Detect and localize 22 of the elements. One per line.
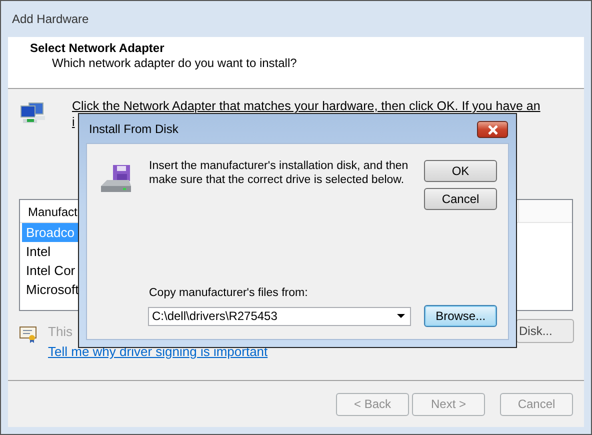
path-combo-box[interactable]: C:\dell\drivers\R275453 [148, 306, 412, 326]
caret-icon [397, 314, 406, 318]
close-icon [486, 124, 498, 134]
page-title: Select Network Adapter [30, 41, 166, 55]
copy-from-label: Copy manufacturer's files from: [149, 287, 309, 299]
ok-button[interactable]: OK [424, 160, 497, 182]
browse-button[interactable]: Browse... [424, 305, 497, 327]
instruction-text: make sure that the correct drive is selected below. [149, 173, 406, 187]
window-title: Add Hardware [12, 12, 89, 26]
page-subtitle: Which network adapter do you want to install? [52, 56, 298, 70]
have-disk-button[interactable]: Disk... [516, 319, 574, 343]
signing-message: This [48, 324, 74, 338]
driver-signing-link[interactable]: Tell me why driver signing is important [48, 344, 574, 359]
instruction-text: i [72, 114, 75, 130]
cancel-button[interactable]: Cancel [424, 188, 497, 210]
instruction-text: Insert the manufacturer's installation disk, and then [149, 159, 410, 173]
disk-drive-icon [99, 164, 133, 194]
dialog-title: Install From Disk [89, 122, 178, 136]
close-button[interactable] [477, 121, 508, 138]
network-computers-icon [19, 102, 47, 126]
certificate-icon [19, 325, 37, 343]
instruction-text: Click the Network Adapter that matches your hardware, then click OK. If you have an [72, 98, 540, 114]
